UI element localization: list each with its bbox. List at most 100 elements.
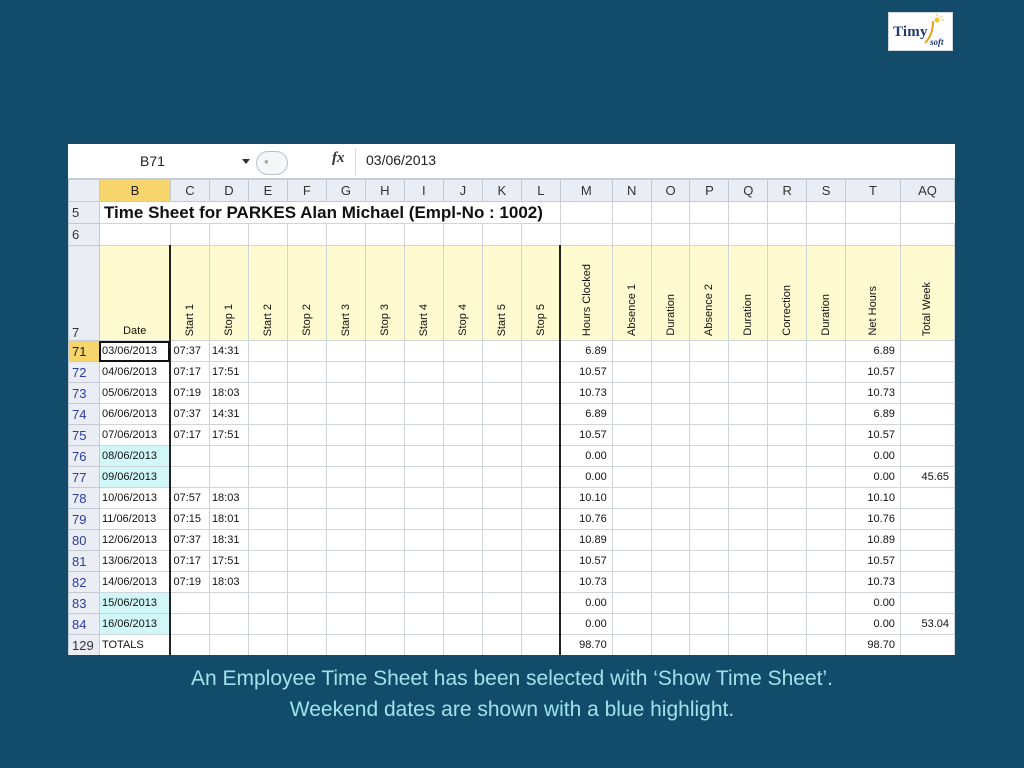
empty-cell[interactable]: [247, 550, 288, 572]
empty-cell[interactable]: [364, 550, 405, 572]
empty-cell[interactable]: [899, 634, 955, 655]
empty-cell[interactable]: [247, 508, 288, 530]
empty-cell[interactable]: [611, 508, 652, 530]
stop-1-cell[interactable]: 18:01: [208, 508, 249, 530]
empty-cell[interactable]: [325, 361, 366, 383]
empty-cell[interactable]: [728, 340, 769, 362]
empty-cell[interactable]: [325, 613, 366, 635]
empty-cell[interactable]: [247, 223, 288, 246]
date-cell[interactable]: 06/06/2013: [98, 403, 172, 425]
empty-cell[interactable]: [611, 201, 652, 224]
empty-cell[interactable]: [286, 550, 327, 572]
date-cell[interactable]: 05/06/2013: [98, 382, 172, 404]
row-header[interactable]: 77: [68, 466, 100, 488]
empty-cell[interactable]: [650, 508, 691, 530]
empty-cell[interactable]: [325, 634, 366, 655]
empty-cell[interactable]: [767, 466, 808, 488]
column-header-m[interactable]: M: [559, 179, 613, 202]
empty-cell[interactable]: [728, 508, 769, 530]
empty-cell[interactable]: [247, 592, 288, 614]
empty-cell[interactable]: [806, 571, 847, 593]
empty-cell[interactable]: [325, 403, 366, 425]
formula-cancel-button[interactable]: [256, 151, 288, 175]
empty-cell[interactable]: [611, 466, 652, 488]
hours-clocked-cell[interactable]: 0.00: [559, 592, 613, 614]
empty-cell[interactable]: [650, 529, 691, 551]
empty-cell[interactable]: [325, 340, 366, 362]
empty-cell[interactable]: [364, 508, 405, 530]
empty-cell[interactable]: [325, 487, 366, 509]
empty-cell[interactable]: [481, 508, 522, 530]
row-header[interactable]: 84: [68, 613, 100, 635]
empty-cell[interactable]: [286, 424, 327, 446]
total-week-cell[interactable]: [899, 361, 955, 383]
header-duration[interactable]: Duration: [806, 245, 847, 341]
empty-cell[interactable]: [286, 613, 327, 635]
total-week-cell[interactable]: [899, 529, 955, 551]
empty-cell[interactable]: [650, 223, 691, 246]
hours-clocked-cell[interactable]: 10.73: [559, 382, 613, 404]
header-start-5[interactable]: Start 5: [481, 245, 522, 341]
empty-cell[interactable]: [247, 634, 288, 655]
stop-1-cell[interactable]: 14:31: [208, 340, 249, 362]
empty-cell[interactable]: [286, 487, 327, 509]
empty-cell[interactable]: [247, 613, 288, 635]
empty-cell[interactable]: [247, 403, 288, 425]
empty-cell[interactable]: [364, 487, 405, 509]
stop-1-cell[interactable]: 17:51: [208, 361, 249, 383]
empty-cell[interactable]: [728, 424, 769, 446]
empty-cell[interactable]: [689, 487, 730, 509]
stop-1-cell[interactable]: [208, 613, 249, 635]
empty-cell[interactable]: [442, 223, 483, 246]
empty-cell[interactable]: [481, 445, 522, 467]
empty-cell[interactable]: [611, 403, 652, 425]
total-week-cell[interactable]: [899, 508, 955, 530]
empty-cell[interactable]: [247, 382, 288, 404]
select-all-corner[interactable]: [68, 179, 100, 202]
empty-cell[interactable]: [442, 403, 483, 425]
empty-cell[interactable]: [364, 223, 405, 246]
start-1-cell[interactable]: [169, 613, 210, 635]
empty-cell[interactable]: [806, 634, 847, 655]
empty-cell[interactable]: [767, 487, 808, 509]
empty-cell[interactable]: [442, 445, 483, 467]
hours-clocked-cell[interactable]: 0.00: [559, 445, 613, 467]
total-week-cell[interactable]: [899, 340, 955, 362]
total-week-cell[interactable]: [899, 382, 955, 404]
empty-cell[interactable]: [806, 613, 847, 635]
empty-cell[interactable]: [520, 403, 561, 425]
empty-cell[interactable]: [364, 613, 405, 635]
row-header[interactable]: 80: [68, 529, 100, 551]
empty-cell[interactable]: [899, 223, 955, 246]
date-cell[interactable]: 13/06/2013: [98, 550, 172, 572]
empty-cell[interactable]: [520, 340, 561, 362]
start-1-cell[interactable]: 07:37: [169, 403, 210, 425]
row-header[interactable]: 75: [68, 424, 100, 446]
empty-cell[interactable]: [325, 571, 366, 593]
net-hours-cell[interactable]: 10.73: [845, 571, 901, 593]
empty-cell[interactable]: [520, 487, 561, 509]
empty-cell[interactable]: [728, 571, 769, 593]
empty-cell[interactable]: [806, 466, 847, 488]
empty-cell[interactable]: [247, 361, 288, 383]
empty-cell[interactable]: [767, 361, 808, 383]
stop-1-cell[interactable]: 18:03: [208, 571, 249, 593]
hours-clocked-cell[interactable]: 10.89: [559, 529, 613, 551]
empty-cell[interactable]: [520, 382, 561, 404]
formula-input[interactable]: 03/06/2013: [366, 152, 436, 168]
hours-clocked-cell[interactable]: 6.89: [559, 340, 613, 362]
start-1-cell[interactable]: 07:17: [169, 550, 210, 572]
header-stop-2[interactable]: Stop 2: [286, 245, 327, 341]
empty-cell[interactable]: [247, 445, 288, 467]
column-header-s[interactable]: S: [806, 179, 847, 202]
date-cell[interactable]: 11/06/2013: [98, 508, 172, 530]
empty-cell[interactable]: [845, 201, 901, 224]
empty-cell[interactable]: [169, 634, 210, 655]
empty-cell[interactable]: [403, 571, 444, 593]
empty-cell[interactable]: [403, 466, 444, 488]
insert-function-button[interactable]: fx: [332, 150, 345, 167]
stop-1-cell[interactable]: [208, 466, 249, 488]
empty-cell[interactable]: [559, 201, 613, 224]
totals-label[interactable]: TOTALS: [98, 634, 172, 655]
empty-cell[interactable]: [520, 424, 561, 446]
